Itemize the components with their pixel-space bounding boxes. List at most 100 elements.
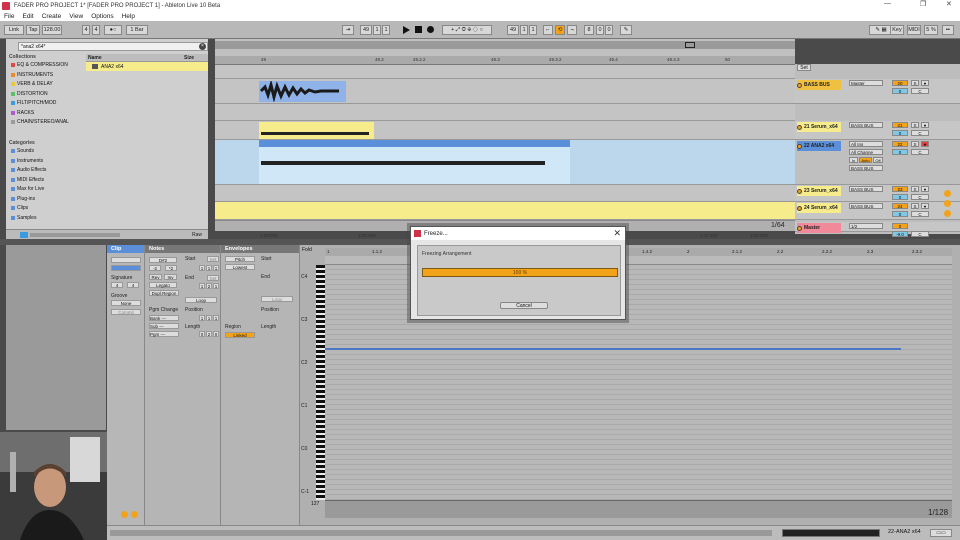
track-activator-icon[interactable] <box>797 124 802 130</box>
collection-item[interactable]: DISTORTION <box>11 91 48 97</box>
start-six[interactable]: 1 <box>213 265 219 271</box>
arm-icon[interactable] <box>944 190 951 197</box>
end-bar[interactable]: 1 <box>199 283 205 289</box>
audio-clip[interactable] <box>259 79 346 103</box>
pos-bar[interactable]: 49 <box>360 25 372 35</box>
metronome-button[interactable]: ●○ <box>104 25 122 35</box>
collection-item[interactable]: RACKS <box>11 110 34 116</box>
follow-button[interactable]: ⇥ <box>342 25 354 35</box>
pos-beat[interactable]: 1 <box>373 25 381 35</box>
quantize-field[interactable]: 1 Bar <box>126 25 148 35</box>
close-icon[interactable]: ✕ <box>946 0 952 8</box>
loop-start-beat[interactable]: 1 <box>520 25 528 35</box>
menu-create[interactable]: Create <box>42 13 62 20</box>
pan-field[interactable]: C <box>911 211 929 217</box>
punch-out-button[interactable]: ¬ <box>567 25 577 35</box>
collection-item[interactable]: CHAIN/STEREO/ANAL <box>11 119 69 125</box>
clip-toggle-icon[interactable] <box>131 511 138 518</box>
midi-map-button[interactable]: MIDI <box>907 25 921 35</box>
minimize-icon[interactable]: — <box>884 0 891 7</box>
clear-search-icon[interactable]: × <box>199 43 206 50</box>
position-beat[interactable]: 1 <box>206 315 212 321</box>
track-activator-icon[interactable] <box>797 225 802 231</box>
monitor-off-button[interactable]: Off <box>873 157 883 163</box>
mixer-track-name[interactable]: BASS BUS <box>797 80 841 90</box>
raw-toggle[interactable]: Raw <box>192 232 202 238</box>
mixer-track[interactable]: 22 ANA2 x64 All Ins All Channe BASS BUS In Au… <box>795 140 960 185</box>
monitor-auto-button[interactable]: Auto <box>859 157 872 163</box>
piano-keys[interactable] <box>316 265 325 500</box>
length-six[interactable]: 0 <box>213 331 219 337</box>
length-bar[interactable]: 0 <box>199 331 205 337</box>
clip-color-field[interactable] <box>111 265 141 271</box>
category-item[interactable]: Audio Effects <box>11 167 46 173</box>
mixer-track[interactable]: 24 Serum_x64 BASS BUS 24 0 S ● C <box>795 202 960 220</box>
end-six[interactable]: 1 <box>213 283 219 289</box>
route-select[interactable]: All Ins <box>849 141 883 147</box>
key-field[interactable]: D#2 <box>149 257 177 263</box>
mixer-track-name[interactable]: 22 ANA2 x64 <box>797 141 841 151</box>
menu-help[interactable]: Help <box>122 13 135 20</box>
loop-button[interactable]: Loop <box>185 297 217 303</box>
collection-item[interactable]: INSTRUMENTS <box>11 72 53 78</box>
collection-item[interactable]: FILT/PITCH/MOD <box>11 100 56 106</box>
arm-button[interactable]: ● <box>921 186 929 192</box>
reverse-button[interactable]: Rev <box>149 274 162 280</box>
key-map-button[interactable]: Key <box>890 25 904 35</box>
volume-field[interactable]: 0 <box>892 194 908 200</box>
mixer-track-name[interactable]: Master <box>797 223 841 233</box>
menu-options[interactable]: Options <box>91 13 113 20</box>
category-item[interactable]: Samples <box>11 215 36 221</box>
tap-button[interactable]: Tap <box>26 25 40 35</box>
end-beat[interactable]: 2 <box>206 283 212 289</box>
col-name-header[interactable]: Name <box>88 55 102 61</box>
mixer-track[interactable]: Master 1/2 0 -9.0 C <box>795 222 960 237</box>
col-size-header[interactable]: Size <box>184 55 194 61</box>
legato-button[interactable]: Legato <box>149 282 177 288</box>
volume-field[interactable]: 0 <box>892 88 908 94</box>
category-item[interactable]: Max for Live <box>11 186 44 192</box>
start-set-button[interactable]: Set <box>207 256 219 262</box>
pgm-field[interactable]: Pgm --- <box>149 331 179 337</box>
automation-controls[interactable]: + ⤢ ◎ ⊕ ◇ ○ <box>442 25 492 35</box>
horizontal-scrollbar[interactable] <box>110 530 772 536</box>
solo-button[interactable]: S <box>911 122 919 128</box>
route-select[interactable]: BASS BUS <box>849 122 883 128</box>
end-set-button[interactable]: Set <box>207 275 219 281</box>
pan-field[interactable]: C <box>911 149 929 155</box>
position-six[interactable]: 1 <box>213 315 219 321</box>
track-activator-icon[interactable] <box>797 205 802 211</box>
loop-start-six[interactable]: 1 <box>529 25 537 35</box>
stop-icon[interactable] <box>415 26 422 33</box>
set-button[interactable]: Set <box>797 64 811 71</box>
start-beat[interactable]: 1 <box>206 265 212 271</box>
envelope-range-select[interactable]: Lowest <box>225 264 255 270</box>
preview-icon[interactable] <box>20 232 28 238</box>
arm-button[interactable]: ● <box>921 80 929 86</box>
invert-button[interactable]: Inv <box>164 274 177 280</box>
track-number[interactable]: 22 <box>892 141 908 147</box>
monitor-icon[interactable] <box>944 210 951 217</box>
mixer-track-name[interactable]: 23 Serum_x64 <box>797 186 841 196</box>
collection-item[interactable]: EQ & COMPRESSION <box>11 62 68 68</box>
solo-button[interactable]: S <box>911 141 919 147</box>
status-buttons[interactable]: ▭▭ <box>930 529 952 537</box>
sub-field[interactable]: Sub --- <box>149 323 179 329</box>
loop-len-bar[interactable]: 8 <box>584 25 594 35</box>
env-loop-button[interactable]: Loop <box>261 296 293 302</box>
mixer-track[interactable]: 21 Serum_x64 BASS BUS 21 0 S ● C <box>795 121 960 140</box>
overview-viewport[interactable] <box>685 42 695 48</box>
bank-field[interactable]: Bank --- <box>149 315 179 321</box>
output-route-select[interactable]: BASS BUS <box>849 165 883 171</box>
clip-name-field[interactable] <box>111 257 141 263</box>
volume-field[interactable]: 0 <box>892 130 908 136</box>
fold-button[interactable]: Fold <box>302 247 312 253</box>
category-item[interactable]: Instruments <box>11 158 43 164</box>
sig-num-field[interactable]: 4 <box>82 25 90 35</box>
start-bar[interactable]: 1 <box>199 265 205 271</box>
menu-edit[interactable]: Edit <box>22 13 33 20</box>
pan-field[interactable]: C <box>911 130 929 136</box>
record-icon[interactable] <box>427 26 434 33</box>
play-icon[interactable] <box>403 26 410 34</box>
track-activator-icon[interactable] <box>797 82 802 88</box>
